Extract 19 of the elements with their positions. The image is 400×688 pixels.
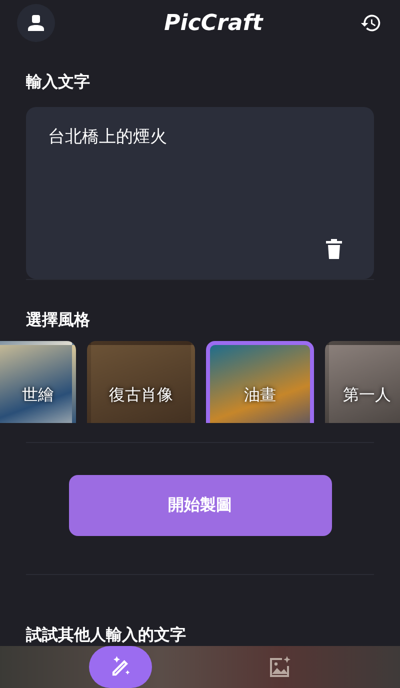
history-icon[interactable] [360,12,382,34]
style-label: 世繪 [22,385,54,406]
image-sparkle-icon [268,655,292,680]
style-label: 第一人 [343,385,391,406]
style-card[interactable]: 復古肖像 [87,340,195,423]
person-icon [27,14,45,32]
generate-button[interactable]: 開始製圖 [68,475,332,536]
section-heading: 輸入文字 [25,72,91,93]
section-heading: 試試其他人輸入的文字 [24,625,187,646]
trash-icon[interactable] [326,239,342,259]
profile-button[interactable] [17,4,55,42]
app-title: PicCraft [164,10,263,36]
create-tab[interactable] [88,646,152,688]
style-card[interactable]: 第一人 [325,340,400,423]
style-label: 油畫 [244,385,276,406]
style-card[interactable]: 世繪 [0,340,76,423]
text-input-field[interactable]: 台北橋上的煙火 [26,107,374,279]
section-heading: 選擇風格 [25,310,91,331]
style-label: 復古肖像 [109,385,173,406]
